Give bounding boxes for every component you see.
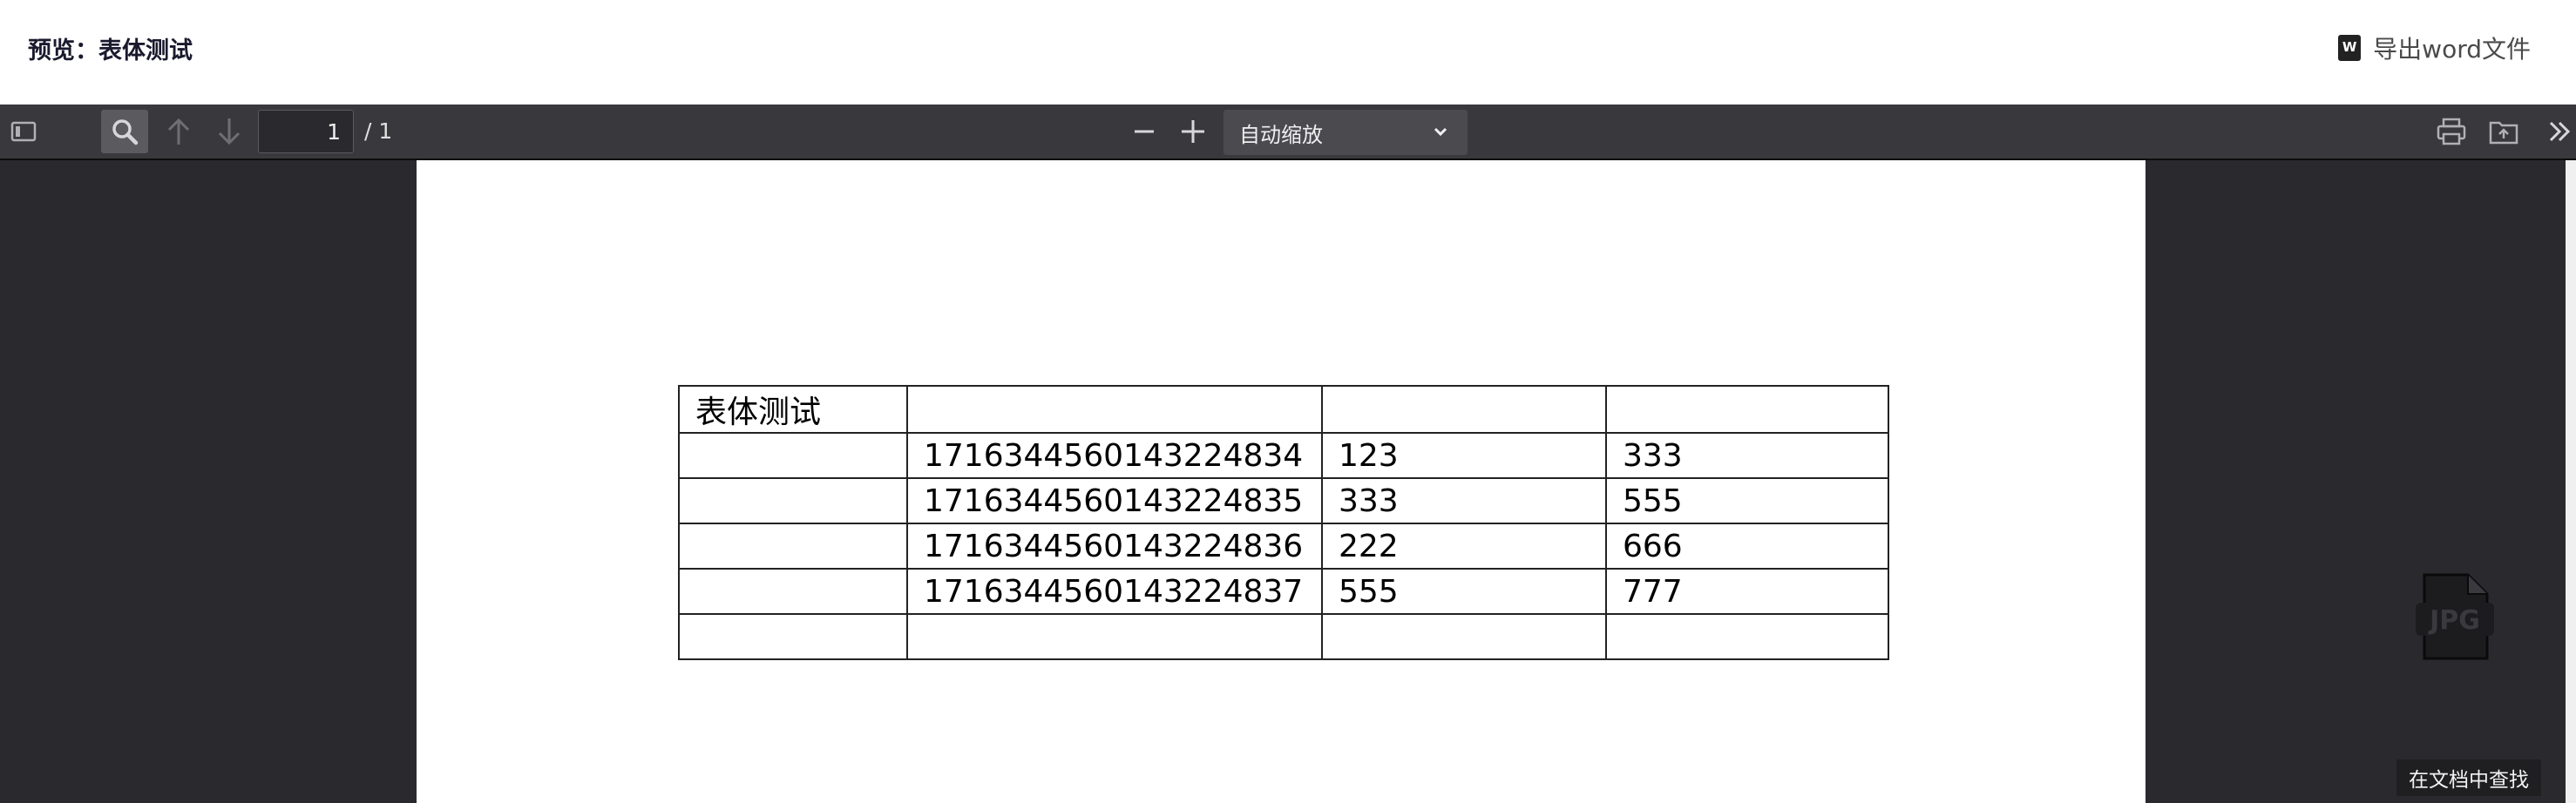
table-row: 1716344560143224835 333 555 — [678, 477, 1889, 524]
table-cell — [1321, 613, 1607, 660]
table-cell: 555 — [1605, 477, 1889, 524]
open-file-button[interactable] — [2480, 110, 2527, 153]
page-number-input[interactable] — [258, 110, 354, 153]
table-cell: 222 — [1321, 523, 1607, 570]
table-cell — [678, 523, 908, 570]
sidebar-toggle-button[interactable] — [0, 110, 47, 153]
table-cell: 123 — [1321, 432, 1607, 479]
plus-icon — [1182, 120, 1204, 143]
search-button[interactable] — [101, 110, 148, 153]
vertical-scrollbar[interactable] — [2566, 160, 2576, 803]
export-word-button[interactable]: 导出word文件 — [2338, 30, 2531, 66]
table-cell — [1605, 613, 1889, 660]
table-cell: 1716344560143224837 — [906, 568, 1323, 615]
table-cell — [906, 613, 1323, 660]
open-file-icon — [2489, 121, 2518, 145]
pdf-page: 表体测试 1716344560143224834 123 333 17163445601… — [417, 160, 2146, 803]
table-cell: 表体测试 — [678, 385, 908, 434]
table-cell — [678, 477, 908, 524]
jpg-label: JPG — [2428, 605, 2480, 636]
table-row: 1716344560143224837 555 777 — [678, 568, 1889, 615]
page-title: 预览：表体测试 — [28, 37, 193, 64]
page-total: / 1 — [364, 118, 393, 144]
table-cell: 777 — [1605, 568, 1889, 615]
table-cell: 333 — [1321, 477, 1607, 524]
zoom-value: 自动缩放 — [1239, 122, 1323, 147]
previous-page-button[interactable] — [155, 110, 202, 153]
arrow-up-icon — [167, 118, 190, 145]
print-button[interactable] — [2428, 110, 2475, 153]
jpg-file-icon: JPG — [2416, 573, 2494, 660]
table-cell — [906, 385, 1323, 434]
chevron-down-icon — [1434, 127, 1447, 137]
zoom-in-button[interactable] — [1169, 110, 1217, 153]
table-cell: 666 — [1605, 523, 1889, 570]
next-page-button[interactable] — [206, 110, 253, 153]
word-file-icon — [2338, 35, 2362, 61]
table-cell: 1716344560143224835 — [906, 477, 1323, 524]
table-cell: 555 — [1321, 568, 1607, 615]
pdf-viewer-area: 表体测试 1716344560143224834 123 333 17163445601… — [0, 160, 2576, 803]
minus-icon — [1135, 130, 1154, 133]
zoom-out-button[interactable] — [1121, 110, 1168, 153]
table-cell: 1716344560143224834 — [906, 432, 1323, 479]
preview-header: 预览：表体测试 导出word文件 — [0, 0, 2576, 105]
table-cell — [678, 568, 908, 615]
table-cell — [678, 613, 908, 660]
table-row: 表体测试 — [678, 385, 1889, 434]
print-icon — [2437, 118, 2466, 145]
double-chevron-right-icon — [2549, 121, 2571, 142]
table-row: 1716344560143224834 123 333 — [678, 432, 1889, 479]
search-icon — [112, 119, 139, 145]
arrow-down-icon — [218, 118, 241, 145]
export-word-label: 导出word文件 — [2373, 35, 2531, 64]
pdf-toolbar: / 1 自动缩放 — [0, 105, 2576, 160]
table-cell: 1716344560143224836 — [906, 523, 1323, 570]
table-cell: 333 — [1605, 432, 1889, 479]
tools-button[interactable] — [2545, 110, 2576, 153]
document-table: 表体测试 1716344560143224834 123 333 17163445601… — [678, 385, 1889, 660]
sidebar-toggle-icon — [10, 121, 37, 142]
table-cell — [1321, 385, 1607, 434]
table-row: 1716344560143224836 222 666 — [678, 523, 1889, 570]
table-cell — [678, 432, 908, 479]
zoom-select[interactable]: 自动缩放 — [1224, 110, 1468, 155]
table-row — [678, 613, 1889, 660]
find-in-document-tooltip: 在文档中查找 — [2396, 759, 2541, 796]
table-cell — [1605, 385, 1889, 434]
